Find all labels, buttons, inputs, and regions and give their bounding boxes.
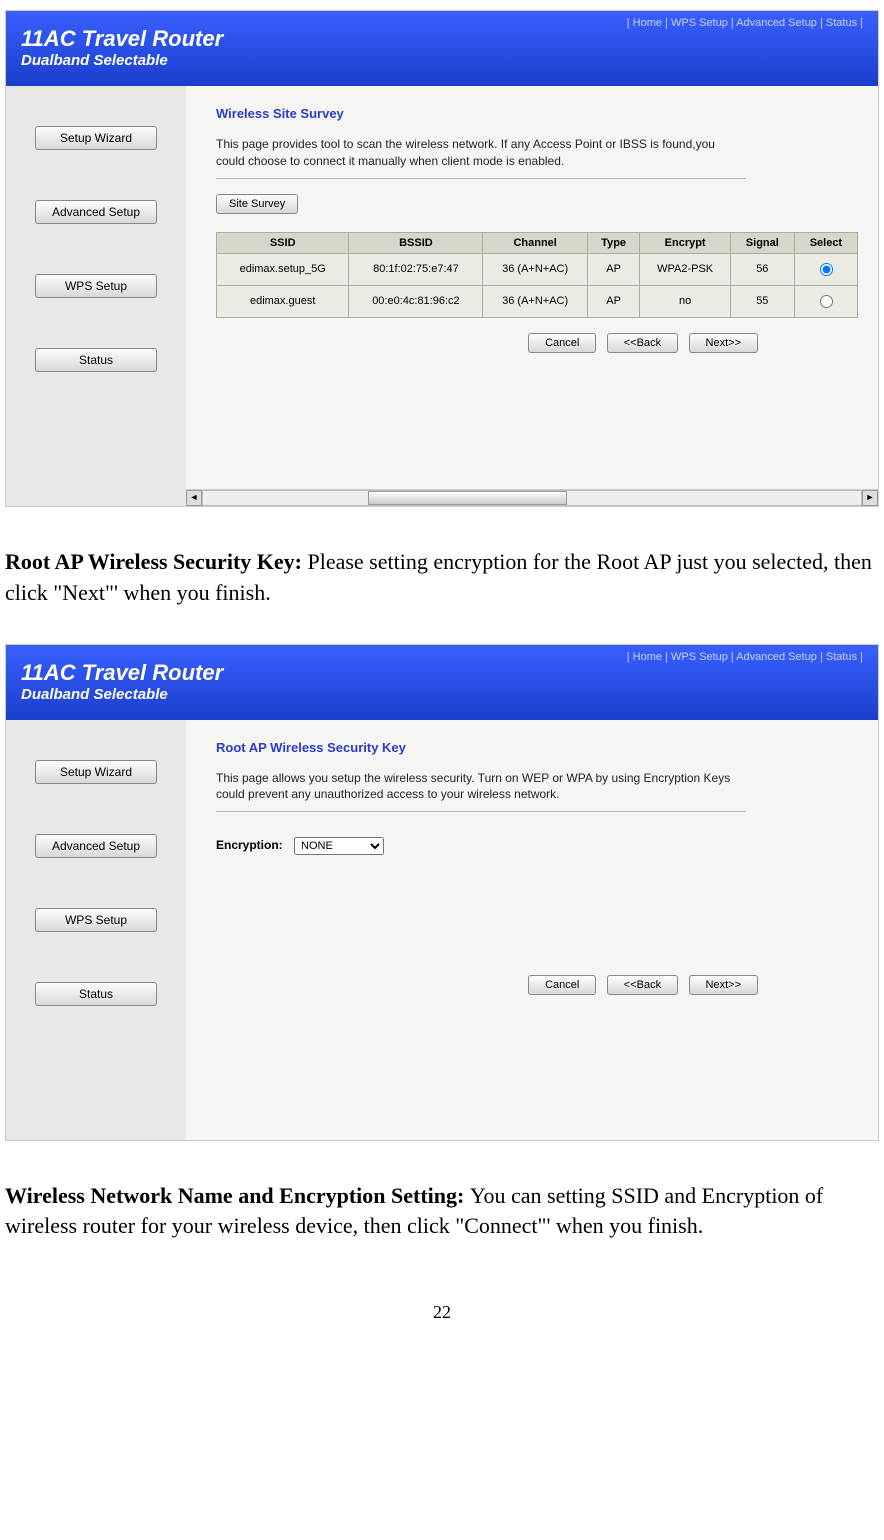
- table-row: edimax.guest 00:e0:4c:81:96:c2 36 (A+N+A…: [217, 285, 858, 317]
- status-button[interactable]: Status: [35, 348, 157, 372]
- encryption-label: Encryption:: [216, 838, 283, 852]
- cell-encrypt: WPA2-PSK: [640, 253, 730, 285]
- col-type: Type: [587, 232, 640, 253]
- section-title: Wireless Site Survey: [216, 106, 858, 121]
- header: | Home | WPS Setup | Advanced Setup | St…: [6, 11, 878, 86]
- horizontal-scrollbar[interactable]: ◄ ►: [186, 489, 878, 506]
- instruction-paragraph: Wireless Network Name and Encryption Set…: [5, 1181, 879, 1243]
- status-button[interactable]: Status: [35, 982, 157, 1006]
- cell-bssid: 00:e0:4c:81:96:c2: [349, 285, 483, 317]
- action-row: Cancel <<Back Next>>: [216, 975, 858, 995]
- cell-type: AP: [587, 253, 640, 285]
- cell-channel: 36 (A+N+AC): [483, 285, 587, 317]
- header: | Home | WPS Setup | Advanced Setup | St…: [6, 645, 878, 720]
- col-encrypt: Encrypt: [640, 232, 730, 253]
- cell-signal: 56: [730, 253, 794, 285]
- divider: [216, 811, 746, 812]
- table-row: edimax.setup_5G 80:1f:02:75:e7:47 36 (A+…: [217, 253, 858, 285]
- header-subtitle: Dualband Selectable: [21, 52, 863, 69]
- advanced-setup-button[interactable]: Advanced Setup: [35, 200, 157, 224]
- action-row: Cancel <<Back Next>>: [216, 333, 858, 353]
- cell-ssid: edimax.guest: [217, 285, 349, 317]
- section-description: This page provides tool to scan the wire…: [216, 136, 736, 170]
- scroll-thumb[interactable]: [368, 491, 567, 505]
- sidebar: Setup Wizard Advanced Setup WPS Setup St…: [6, 86, 186, 506]
- table-header-row: SSID BSSID Channel Type Encrypt Signal S…: [217, 232, 858, 253]
- col-channel: Channel: [483, 232, 587, 253]
- col-signal: Signal: [730, 232, 794, 253]
- col-bssid: BSSID: [349, 232, 483, 253]
- router-panel-security-key: | Home | WPS Setup | Advanced Setup | St…: [5, 644, 879, 1141]
- select-radio[interactable]: [820, 295, 833, 308]
- top-nav-links[interactable]: | Home | WPS Setup | Advanced Setup | St…: [627, 17, 863, 29]
- col-select: Select: [794, 232, 857, 253]
- back-button[interactable]: <<Back: [607, 333, 678, 353]
- setup-wizard-button[interactable]: Setup Wizard: [35, 760, 157, 784]
- back-button[interactable]: <<Back: [607, 975, 678, 995]
- content-area: Root AP Wireless Security Key This page …: [186, 720, 878, 1140]
- router-panel-site-survey: | Home | WPS Setup | Advanced Setup | St…: [5, 10, 879, 507]
- cell-signal: 55: [730, 285, 794, 317]
- col-ssid: SSID: [217, 232, 349, 253]
- scroll-track[interactable]: [202, 490, 862, 506]
- header-subtitle: Dualband Selectable: [21, 686, 863, 703]
- cell-encrypt: no: [640, 285, 730, 317]
- cell-bssid: 80:1f:02:75:e7:47: [349, 253, 483, 285]
- wps-setup-button[interactable]: WPS Setup: [35, 908, 157, 932]
- cell-ssid: edimax.setup_5G: [217, 253, 349, 285]
- select-radio[interactable]: [820, 263, 833, 276]
- encryption-select[interactable]: NONE: [294, 837, 384, 855]
- site-survey-button[interactable]: Site Survey: [216, 194, 298, 214]
- instruction-bold: Wireless Network Name and Encryption Set…: [5, 1183, 470, 1208]
- cell-select[interactable]: [794, 285, 857, 317]
- instruction-paragraph: Root AP Wireless Security Key: Please se…: [5, 547, 879, 609]
- instruction-bold: Root AP Wireless Security Key:: [5, 549, 307, 574]
- scroll-right-icon[interactable]: ►: [862, 490, 878, 506]
- survey-table: SSID BSSID Channel Type Encrypt Signal S…: [216, 232, 858, 318]
- cancel-button[interactable]: Cancel: [528, 975, 596, 995]
- cell-type: AP: [587, 285, 640, 317]
- cell-select[interactable]: [794, 253, 857, 285]
- scroll-left-icon[interactable]: ◄: [186, 490, 202, 506]
- cancel-button[interactable]: Cancel: [528, 333, 596, 353]
- setup-wizard-button[interactable]: Setup Wizard: [35, 126, 157, 150]
- content-area: Wireless Site Survey This page provides …: [186, 86, 878, 506]
- wps-setup-button[interactable]: WPS Setup: [35, 274, 157, 298]
- encryption-row: Encryption: NONE: [216, 837, 858, 855]
- next-button[interactable]: Next>>: [689, 333, 758, 353]
- divider: [216, 178, 746, 179]
- section-title: Root AP Wireless Security Key: [216, 740, 858, 755]
- sidebar: Setup Wizard Advanced Setup WPS Setup St…: [6, 720, 186, 1140]
- advanced-setup-button[interactable]: Advanced Setup: [35, 834, 157, 858]
- page-number: 22: [5, 1302, 879, 1323]
- top-nav-links[interactable]: | Home | WPS Setup | Advanced Setup | St…: [627, 651, 863, 663]
- section-description: This page allows you setup the wireless …: [216, 770, 736, 804]
- cell-channel: 36 (A+N+AC): [483, 253, 587, 285]
- next-button[interactable]: Next>>: [689, 975, 758, 995]
